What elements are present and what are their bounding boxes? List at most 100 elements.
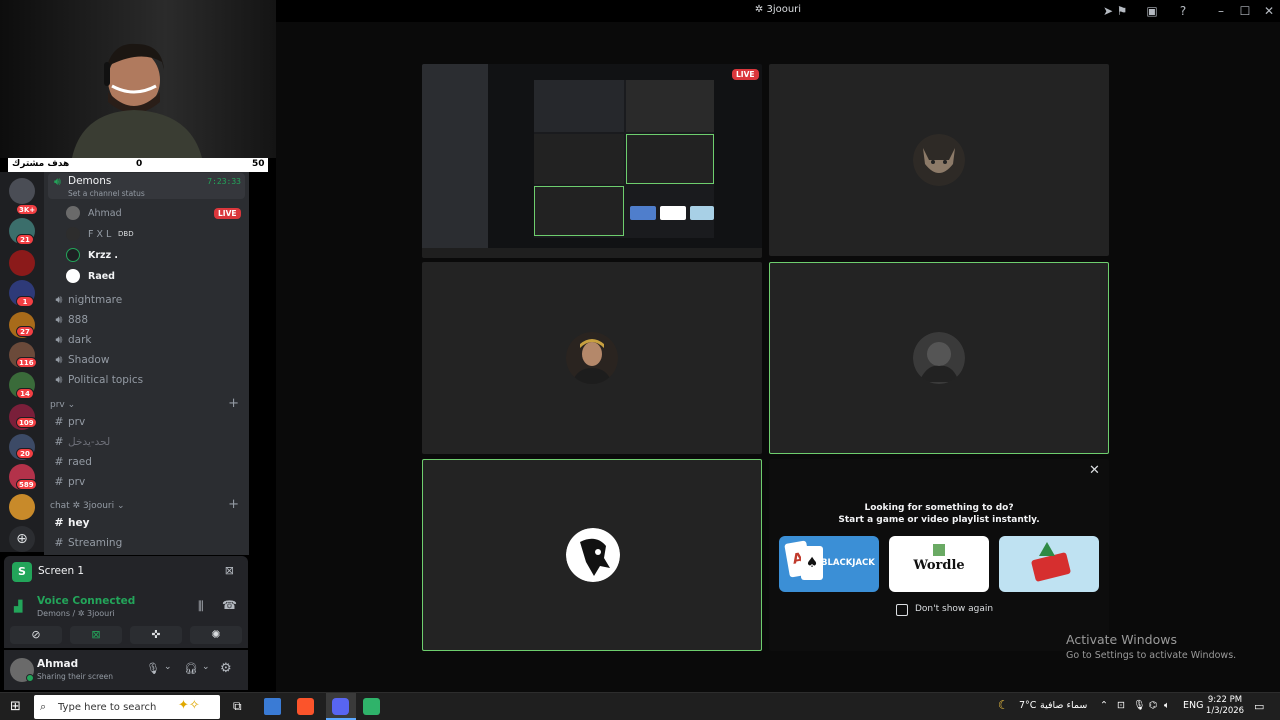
avatar bbox=[66, 248, 80, 262]
server-badge: 589 bbox=[16, 479, 37, 490]
server-badge: 21 bbox=[16, 234, 34, 245]
microphone-icon[interactable]: 🎙︎ bbox=[146, 662, 160, 675]
noise-suppression-icon[interactable]: ⫼ bbox=[198, 599, 204, 614]
server-icon[interactable] bbox=[9, 250, 35, 276]
taskbar-search[interactable]: ⌕ Type here to search ✦✧ bbox=[34, 695, 220, 719]
inbox-icon[interactable]: ⚑ bbox=[1114, 3, 1130, 19]
voice-member[interactable]: Ahmad LIVE bbox=[66, 203, 242, 223]
microphone-tray-icon[interactable]: 🎙︎ bbox=[1133, 700, 1145, 711]
hash-icon: # bbox=[54, 455, 64, 468]
dont-show-checkbox[interactable] bbox=[896, 604, 908, 616]
username[interactable]: Ahmad bbox=[37, 658, 78, 670]
text-channel[interactable]: # prv bbox=[50, 412, 243, 432]
screen-icon: S bbox=[12, 562, 32, 582]
goal-label: هدف مشترك bbox=[12, 159, 70, 169]
participant-tile[interactable] bbox=[769, 64, 1109, 256]
user-panel: Ahmad Sharing their screen 🎙︎ ⌄ 🎧︎ ⌄ ⚙ bbox=[4, 650, 248, 690]
add-channel-icon[interactable]: + bbox=[228, 497, 239, 512]
chevron-down-icon[interactable]: ⌄ bbox=[202, 662, 210, 672]
streamer-webcam-image bbox=[72, 43, 202, 158]
brave-browser-icon[interactable] bbox=[297, 698, 314, 715]
stop-stream-icon[interactable]: ⊠ bbox=[225, 564, 234, 577]
chevron-up-icon[interactable]: ⌃ bbox=[1100, 700, 1108, 711]
voice-channel[interactable]: 🔊︎ Political topics bbox=[50, 370, 243, 390]
soundboard-button[interactable]: ✺ bbox=[190, 626, 242, 644]
avatar bbox=[66, 269, 80, 283]
category-chat[interactable]: chat ✲ 3joouri ⌄ bbox=[50, 501, 125, 511]
gear-icon[interactable]: ⚙ bbox=[220, 661, 232, 676]
voice-channel[interactable]: 🔊︎ dark bbox=[50, 330, 243, 350]
activity-subheading: Start a game or video playlist instantly… bbox=[838, 515, 1040, 525]
screen-share-button[interactable]: ⊠ bbox=[70, 626, 122, 644]
clock[interactable]: 9:22 PM 1/3/2026 bbox=[1203, 695, 1247, 717]
voice-channel[interactable]: 🔊︎ 888 bbox=[50, 310, 243, 330]
chevron-down-icon[interactable]: ⌄ bbox=[164, 662, 172, 672]
voice-channel[interactable]: 🔊︎ Shadow bbox=[50, 350, 243, 370]
server-icon[interactable] bbox=[9, 494, 35, 520]
cat-avatar bbox=[913, 134, 965, 186]
server-badge: 3K+ bbox=[16, 204, 39, 215]
participant-tile-speaking[interactable] bbox=[769, 262, 1109, 454]
language-indicator[interactable]: ENG bbox=[1183, 700, 1203, 711]
member-tag: DBD bbox=[118, 230, 134, 238]
weather-desc[interactable]: سماء صافية bbox=[1040, 700, 1087, 711]
user-status: Sharing their screen bbox=[37, 672, 113, 681]
game-card-blackjack[interactable]: A ♠ BLACKJACK bbox=[779, 536, 879, 592]
dont-show-label[interactable]: Don't show again bbox=[915, 604, 993, 614]
search-placeholder: Type here to search bbox=[58, 702, 157, 713]
maximize-button[interactable]: ☐ bbox=[1237, 3, 1253, 19]
nested-sidebar bbox=[422, 64, 488, 250]
voice-member[interactable]: Raed bbox=[66, 266, 242, 286]
obs-app-icon[interactable] bbox=[363, 698, 380, 715]
task-view-icon[interactable]: ⧉ bbox=[233, 699, 242, 714]
channel-status[interactable]: Set a channel status bbox=[68, 189, 145, 198]
voice-member[interactable]: Krzz . bbox=[66, 245, 242, 265]
channel-list: 🔊︎ Demons 7:23:33 Set a channel status A… bbox=[44, 172, 249, 555]
volume-icon[interactable]: 🔈︎ bbox=[1164, 700, 1170, 711]
close-icon[interactable]: ✕ bbox=[1089, 463, 1100, 478]
inbox-tray-icon[interactable]: ▣ bbox=[1144, 3, 1160, 19]
add-channel-icon[interactable]: + bbox=[228, 396, 239, 411]
text-channel[interactable]: # raed bbox=[50, 452, 243, 472]
text-channel[interactable]: # Streaming bbox=[50, 533, 243, 553]
help-icon[interactable]: ? bbox=[1175, 3, 1191, 19]
search-icon: ⌕ bbox=[40, 700, 47, 713]
text-channel[interactable]: # prv bbox=[50, 472, 243, 492]
voice-connected-label[interactable]: Voice Connected bbox=[37, 595, 135, 607]
close-window-button[interactable]: ✕ bbox=[1261, 3, 1277, 19]
windows-start-icon[interactable]: ⊞ bbox=[10, 699, 21, 714]
text-channel[interactable]: # لحد-يدخل bbox=[50, 432, 243, 452]
participant-tile[interactable] bbox=[422, 262, 762, 454]
voice-connected-subtitle[interactable]: Demons / ✲ 3joouri bbox=[37, 609, 115, 618]
store-icon[interactable] bbox=[264, 698, 281, 715]
nested-taskbar bbox=[422, 248, 762, 258]
disconnect-icon[interactable]: ☎ bbox=[222, 598, 237, 612]
voice-channel[interactable]: 🔊︎ nightmare bbox=[50, 290, 243, 310]
game-card-snow[interactable] bbox=[999, 536, 1099, 592]
minimize-button[interactable]: – bbox=[1213, 3, 1229, 19]
camera-off-button[interactable]: ⊘ bbox=[10, 626, 62, 644]
voice-channel-demons[interactable]: 🔊︎ Demons 7:23:33 Set a channel status bbox=[48, 173, 245, 199]
activity-heading: Looking for something to do? bbox=[864, 503, 1014, 513]
discord-taskbar-button[interactable] bbox=[326, 693, 356, 720]
server-icon[interactable] bbox=[9, 178, 35, 204]
discord-icon bbox=[332, 698, 349, 715]
add-server-icon[interactable]: ⊕ bbox=[9, 526, 35, 552]
notification-icon[interactable]: ▭ bbox=[1254, 700, 1264, 713]
game-card-wordle[interactable]: Wordle bbox=[889, 536, 989, 592]
activities-button[interactable]: ✜ bbox=[130, 626, 182, 644]
text-channel[interactable]: # hey bbox=[50, 513, 243, 533]
wifi-icon[interactable]: ⌬ bbox=[1149, 700, 1157, 711]
voice-controls: ⊘ ⊠ ✜ ✺ bbox=[10, 626, 242, 644]
voice-member[interactable]: F X L DBD bbox=[66, 224, 242, 244]
network-icon[interactable]: ⊡ bbox=[1117, 700, 1125, 711]
card-icon: ♠ bbox=[801, 546, 823, 580]
channel-name: Demons bbox=[68, 175, 112, 187]
screen-share-tile[interactable]: LIVE bbox=[422, 64, 762, 258]
headphones-icon[interactable]: 🎧︎ bbox=[184, 662, 198, 675]
live-badge: LIVE bbox=[214, 208, 241, 219]
category-prv[interactable]: prv ⌄ bbox=[50, 400, 75, 410]
participant-tile-speaking[interactable] bbox=[422, 459, 762, 651]
server-badge: 109 bbox=[16, 417, 37, 428]
weather-temp[interactable]: 7°C bbox=[1019, 700, 1036, 711]
